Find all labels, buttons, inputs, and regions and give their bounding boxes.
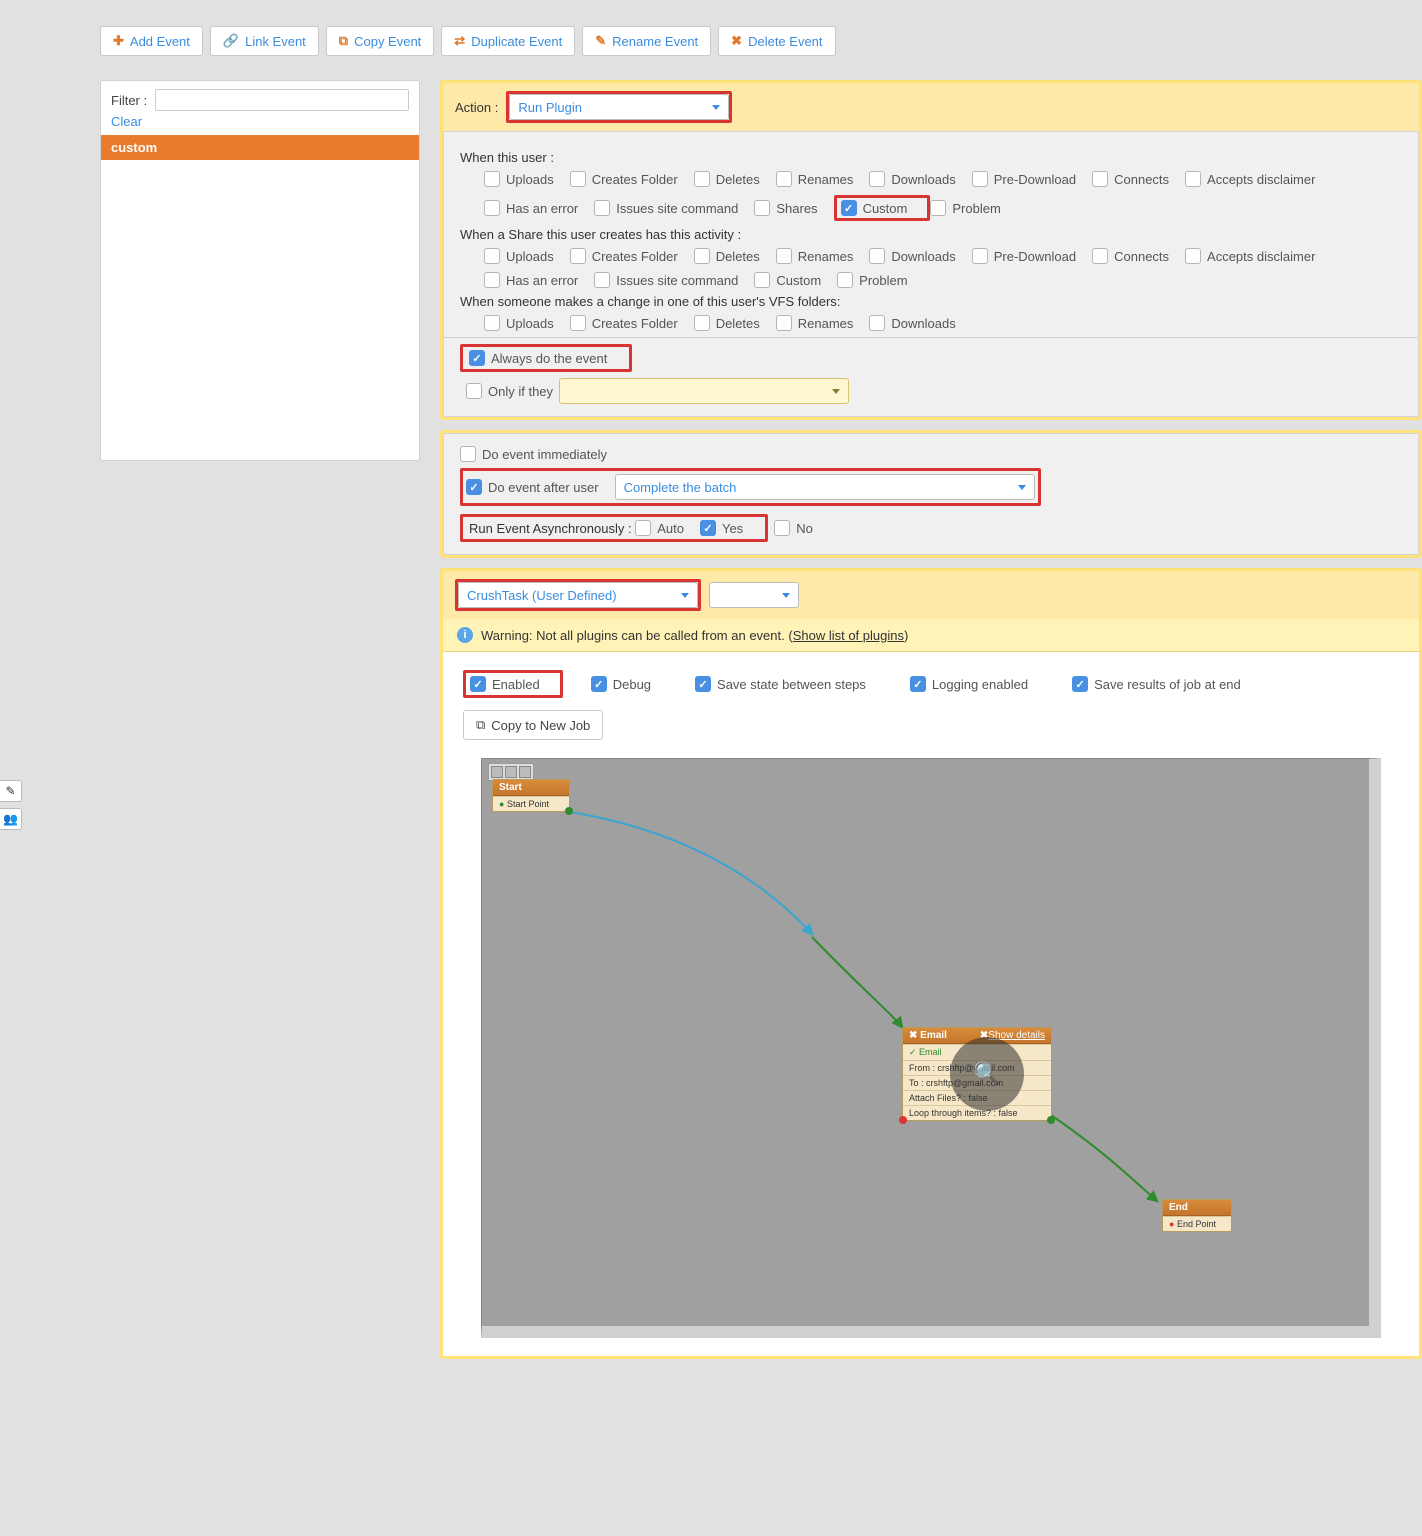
trigger-pre-download[interactable]: Pre-Download [972, 171, 1076, 187]
trigger-connects[interactable]: Connects [1092, 171, 1169, 187]
trigger-connects[interactable]: Connects [1092, 248, 1169, 264]
async-yes-radio[interactable]: Yes [700, 520, 743, 536]
trigger-downloads[interactable]: Downloads [869, 315, 955, 331]
async-label: Run Event Asynchronously : [469, 521, 632, 536]
trigger-creates-folder[interactable]: Creates Folder [570, 315, 678, 331]
event-item-custom[interactable]: custom [101, 135, 419, 160]
trigger-deletes[interactable]: Deletes [694, 171, 760, 187]
delete-event-button[interactable]: ✖Delete Event [718, 26, 835, 56]
action-label: Action : [455, 100, 498, 115]
trigger-downloads[interactable]: Downloads [869, 248, 955, 264]
action-dropdown[interactable]: Run Plugin [509, 94, 729, 120]
rename-event-button[interactable]: ✎Rename Event [582, 26, 711, 56]
timing-section: Do event immediately Do event after user… [440, 430, 1422, 558]
debug-checkbox[interactable]: Debug [591, 676, 651, 692]
trigger-shares[interactable]: Shares [754, 195, 817, 221]
trigger-downloads[interactable]: Downloads [869, 171, 955, 187]
always-do-event-checkbox[interactable]: Always do the event [469, 350, 607, 366]
main-panel: Action : Run Plugin When this user : Upl… [440, 80, 1422, 1359]
trigger-has-an-error[interactable]: Has an error [484, 195, 578, 221]
do-immediately-checkbox[interactable]: Do event immediately [460, 446, 1386, 462]
trigger-problem[interactable]: Problem [930, 195, 1000, 221]
when-share-label: When a Share this user creates has this … [460, 227, 1402, 242]
trigger-custom[interactable]: Custom [841, 200, 908, 216]
async-no-radio[interactable]: No [774, 520, 813, 536]
trigger-problem[interactable]: Problem [837, 272, 907, 288]
enabled-checkbox[interactable]: Enabled [470, 676, 540, 692]
async-auto-radio[interactable]: Auto [635, 520, 684, 536]
trigger-uploads[interactable]: Uploads [484, 171, 554, 187]
add-event-button[interactable]: ✚Add Event [100, 26, 203, 56]
trigger-pre-download[interactable]: Pre-Download [972, 248, 1076, 264]
trigger-custom[interactable]: Custom [754, 272, 821, 288]
action-section: Action : Run Plugin When this user : Upl… [440, 80, 1422, 420]
trigger-creates-folder[interactable]: Creates Folder [570, 248, 678, 264]
copy-icon: ⧉ [339, 33, 348, 49]
trigger-accepts-disclaimer[interactable]: Accepts disclaimer [1185, 171, 1315, 187]
trigger-renames[interactable]: Renames [776, 248, 854, 264]
save-results-checkbox[interactable]: Save results of job at end [1072, 676, 1241, 692]
trigger-issues-site-command[interactable]: Issues site command [594, 195, 738, 221]
copy-to-new-job-button[interactable]: ⧉Copy to New Job [463, 710, 603, 740]
after-user-dropdown[interactable]: Complete the batch [615, 474, 1035, 500]
flow-canvas[interactable]: Start ● Start Point ✖ Email Show details… [481, 758, 1381, 1338]
duplicate-icon: ⇄ [454, 33, 465, 49]
when-user-label: When this user : [460, 150, 1402, 165]
filter-label: Filter : [111, 93, 147, 108]
event-list-panel: Filter : Clear custom [100, 80, 420, 461]
trigger-renames[interactable]: Renames [776, 315, 854, 331]
filter-input[interactable] [155, 89, 409, 111]
trigger-deletes[interactable]: Deletes [694, 248, 760, 264]
plugin-section: CrushTask (User Defined) i Warning: Not … [440, 568, 1422, 1359]
logging-checkbox[interactable]: Logging enabled [910, 676, 1028, 692]
plus-icon: ✚ [113, 33, 124, 49]
trigger-has-an-error[interactable]: Has an error [484, 272, 578, 288]
trigger-issues-site-command[interactable]: Issues site command [594, 272, 738, 288]
trigger-renames[interactable]: Renames [776, 171, 854, 187]
flow-node-start[interactable]: Start ● Start Point [492, 779, 570, 812]
plugin-warning-bar: i Warning: Not all plugins can be called… [443, 619, 1419, 652]
when-vfs-label: When someone makes a change in one of th… [460, 294, 1402, 309]
side-tab-1[interactable]: ✎ [0, 780, 22, 802]
save-state-checkbox[interactable]: Save state between steps [695, 676, 866, 692]
trigger-accepts-disclaimer[interactable]: Accepts disclaimer [1185, 248, 1315, 264]
toolbar: ✚Add Event 🔗Link Event ⧉Copy Event ⇄Dupl… [100, 26, 836, 56]
trigger-creates-folder[interactable]: Creates Folder [570, 171, 678, 187]
trigger-deletes[interactable]: Deletes [694, 315, 760, 331]
plugin-dropdown[interactable]: CrushTask (User Defined) [458, 582, 698, 608]
clear-filter-link[interactable]: Clear [101, 114, 419, 135]
copy-icon: ⧉ [476, 717, 485, 733]
trigger-uploads[interactable]: Uploads [484, 248, 554, 264]
side-tabs: ✎ 👥 [0, 780, 22, 830]
do-after-user-checkbox[interactable]: Do event after user [466, 479, 599, 495]
edit-icon: ✎ [595, 33, 606, 49]
only-if-dropdown[interactable] [559, 378, 849, 404]
link-icon: 🔗 [223, 33, 239, 49]
copy-event-button[interactable]: ⧉Copy Event [326, 26, 435, 56]
plugin-sub-dropdown[interactable] [709, 582, 799, 608]
show-plugins-link[interactable]: Show list of plugins [793, 628, 904, 643]
info-icon: i [457, 627, 473, 643]
only-if-checkbox[interactable]: Only if they [460, 378, 1386, 404]
trigger-uploads[interactable]: Uploads [484, 315, 554, 331]
delete-icon: ✖ [731, 33, 742, 49]
duplicate-event-button[interactable]: ⇄Duplicate Event [441, 26, 575, 56]
link-event-button[interactable]: 🔗Link Event [210, 26, 319, 56]
magnifier-overlay [950, 1037, 1024, 1111]
flow-node-end[interactable]: End ● End Point [1162, 1199, 1232, 1232]
side-tab-2[interactable]: 👥 [0, 808, 22, 830]
